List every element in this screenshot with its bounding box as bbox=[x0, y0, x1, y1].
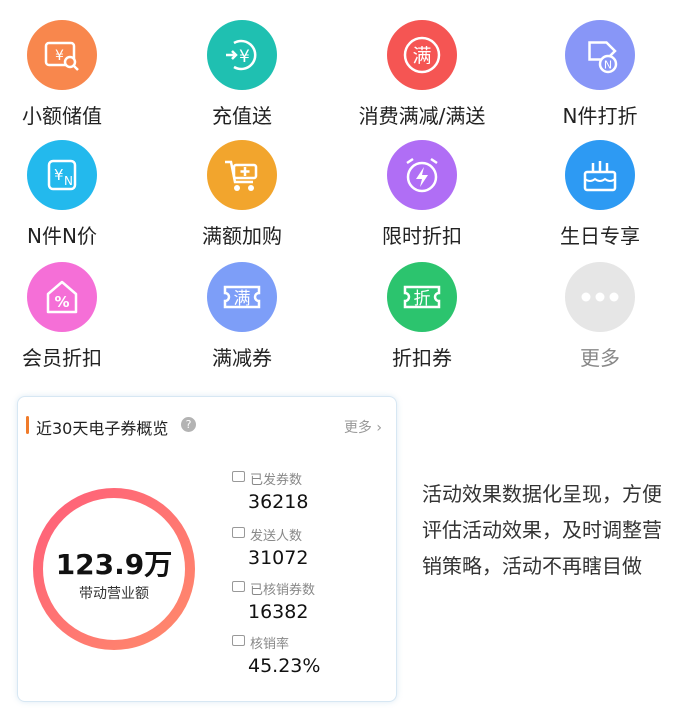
feature-label: 小额储值 bbox=[22, 104, 102, 128]
feature-reduction-coupon[interactable]: 满 满减券 bbox=[172, 262, 312, 372]
svg-text:N: N bbox=[604, 59, 612, 72]
tag-n-icon: N bbox=[565, 20, 635, 90]
stat-value: 16382 bbox=[248, 601, 309, 623]
feature-label: 消费满减/满送 bbox=[358, 104, 486, 128]
yuan-search-icon: ¥ bbox=[27, 20, 97, 90]
chevron-right-icon: › bbox=[376, 420, 382, 436]
feature-label: 会员折扣 bbox=[22, 346, 102, 370]
feature-limited-time-discount[interactable]: 限时折扣 bbox=[352, 140, 492, 250]
member-house-icon: % bbox=[27, 262, 97, 332]
stat-value: 45.23% bbox=[248, 655, 321, 677]
svg-text:¥: ¥ bbox=[239, 47, 250, 67]
feature-label: 满减券 bbox=[212, 346, 272, 370]
svg-text:%: % bbox=[54, 293, 69, 311]
yuan-n-icon: ¥ N bbox=[27, 140, 97, 210]
feature-label: N件打折 bbox=[562, 104, 638, 128]
birthday-cake-icon bbox=[565, 140, 635, 210]
feature-full-reduction[interactable]: 满 消费满减/满送 bbox=[352, 20, 492, 130]
stat-value: 31072 bbox=[248, 547, 309, 569]
svg-text:满: 满 bbox=[234, 289, 251, 309]
feature-label: N件N价 bbox=[27, 224, 97, 248]
feature-label: 生日专享 bbox=[560, 224, 640, 248]
feature-label: 限时折扣 bbox=[382, 224, 462, 248]
stat-issued-coupons: 已发券数 36218 bbox=[232, 469, 382, 513]
reduction-coupon-icon: 满 bbox=[207, 262, 277, 332]
feature-grid: ¥ 小额储值 ¥ 充值送 满 消费满减/满送 N N件打折 ¥ N N件N价 满额… bbox=[0, 0, 682, 370]
feature-small-stored-value[interactable]: ¥ 小额储值 bbox=[0, 20, 132, 130]
stat-recipients: 发送人数 31072 bbox=[232, 525, 382, 569]
discount-coupon-icon: 折 bbox=[387, 262, 457, 332]
feature-discount-coupon[interactable]: 折 折扣券 bbox=[352, 262, 492, 372]
feature-description: 活动效果数据化呈现，方便评估活动效果，及时调整营销策略，活动不再瞎目做 bbox=[422, 482, 662, 578]
help-icon[interactable]: ? bbox=[181, 417, 196, 432]
feature-label: 折扣券 bbox=[392, 346, 452, 370]
feature-n-items-discount[interactable]: N N件打折 bbox=[530, 20, 670, 130]
more-label: 更多 bbox=[343, 420, 372, 436]
stat-label: 发送人数 bbox=[250, 529, 303, 544]
svg-text:折: 折 bbox=[414, 289, 431, 309]
ring-center: 123.9万 带动营业额 bbox=[32, 487, 196, 651]
rate-coupon-icon bbox=[232, 635, 245, 646]
stat-label: 已发券数 bbox=[250, 473, 303, 488]
feature-full-amount-addon[interactable]: 满额加购 bbox=[172, 140, 312, 250]
feature-recharge-bonus[interactable]: ¥ 充值送 bbox=[172, 20, 312, 130]
stat-redemption-rate: 核销率 45.23% bbox=[232, 633, 382, 677]
cart-plus-icon bbox=[207, 140, 277, 210]
check-coupon-icon bbox=[232, 581, 245, 592]
stat-value: 36218 bbox=[248, 491, 309, 513]
svg-text:N: N bbox=[64, 174, 73, 188]
revenue-value: 123.9万 bbox=[55, 548, 173, 581]
more-link[interactable]: 更多 › bbox=[344, 417, 382, 437]
stat-label: 已核销券数 bbox=[250, 583, 316, 598]
feature-label: 更多 bbox=[580, 346, 620, 370]
card-title: 近30天电子券概览 bbox=[36, 419, 169, 438]
revenue-label: 带动营业额 bbox=[79, 586, 149, 602]
feature-label: 满额加购 bbox=[202, 224, 282, 248]
full-reduction-icon: 满 bbox=[387, 20, 457, 90]
alarm-clock-icon bbox=[387, 140, 457, 210]
recharge-yuan-icon: ¥ bbox=[207, 20, 277, 90]
title-accent-bar bbox=[26, 416, 29, 434]
svg-text:¥: ¥ bbox=[55, 48, 64, 64]
card-header: 近30天电子券概览 ? 更多 › bbox=[18, 415, 396, 438]
more-dots-icon bbox=[565, 262, 635, 332]
feature-label: 充值送 bbox=[212, 104, 272, 128]
svg-text:满: 满 bbox=[412, 45, 431, 67]
feature-member-discount[interactable]: % 会员折扣 bbox=[0, 262, 132, 372]
svg-text:¥: ¥ bbox=[54, 166, 64, 184]
coupon-icon bbox=[232, 471, 245, 482]
feature-birthday-exclusive[interactable]: 生日专享 bbox=[530, 140, 670, 250]
stat-redeemed-coupons: 已核销券数 16382 bbox=[232, 579, 382, 623]
coupon-icon bbox=[232, 527, 245, 538]
feature-more[interactable]: 更多 bbox=[530, 262, 670, 372]
feature-n-items-n-price[interactable]: ¥ N N件N价 bbox=[0, 140, 132, 250]
coupon-overview-card: 近30天电子券概览 ? 更多 › 123.9万 带动营业额 已发券数 36218… bbox=[17, 396, 397, 702]
stat-label: 核销率 bbox=[250, 637, 290, 652]
